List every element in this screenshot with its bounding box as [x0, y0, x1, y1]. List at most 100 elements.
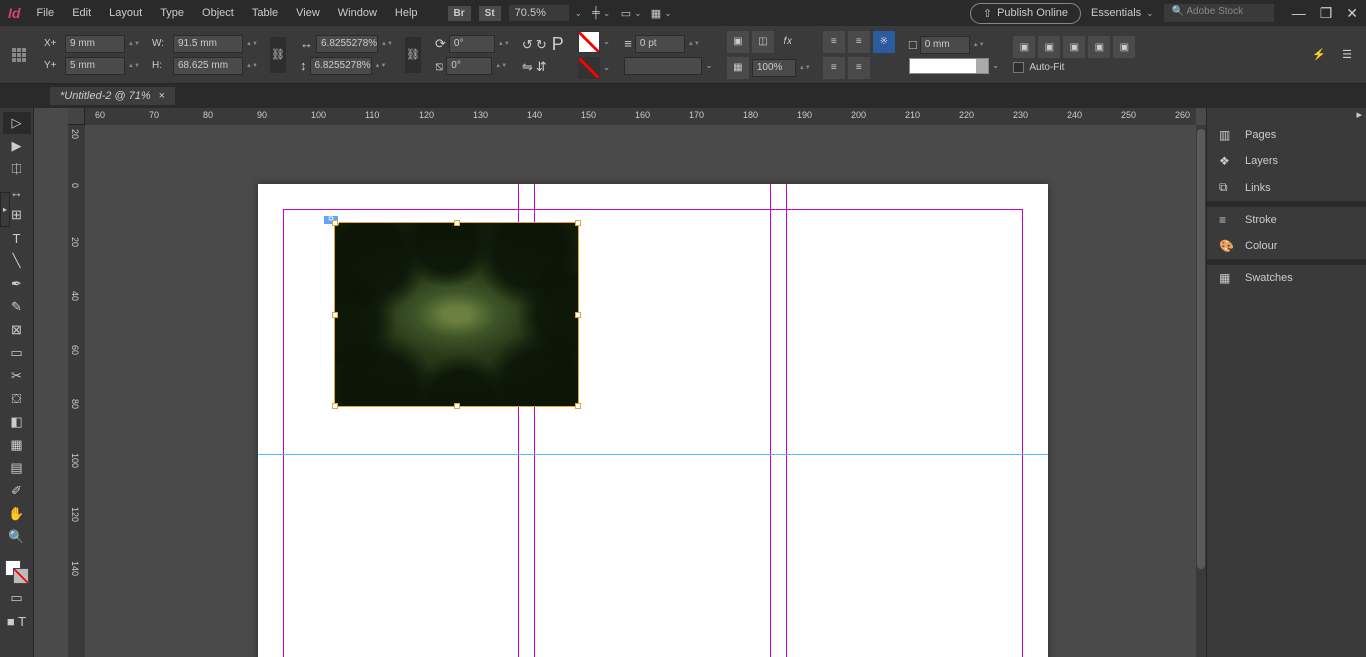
stroke-style-dropdown[interactable]: [624, 57, 702, 75]
panel-links[interactable]: ⧉Links: [1207, 174, 1366, 201]
pen-tool[interactable]: ✒: [3, 273, 31, 295]
fit-content-icon[interactable]: ▣: [1013, 36, 1035, 58]
rectangle-tool[interactable]: ▭: [3, 342, 31, 364]
x-input[interactable]: 9 mm: [65, 35, 125, 53]
type-tool[interactable]: T: [3, 227, 31, 249]
panel-stroke[interactable]: ≡Stroke: [1207, 207, 1366, 233]
adobe-stock-search[interactable]: 🔍 Adobe Stock: [1164, 4, 1274, 22]
wrap-right-icon[interactable]: ≡: [848, 31, 870, 53]
vertical-ruler[interactable]: 20020406080100120140: [68, 125, 85, 657]
menu-object[interactable]: Object: [202, 7, 234, 19]
scale-percent-input[interactable]: 100%: [752, 59, 796, 77]
selection-tool[interactable]: ▷: [3, 112, 31, 134]
maximize-button[interactable]: ❐: [1320, 5, 1333, 22]
menu-file[interactable]: File: [36, 7, 54, 19]
wh-link-icon[interactable]: ⛓: [270, 37, 286, 73]
y-input[interactable]: 5 mm: [65, 57, 125, 75]
ruler-origin[interactable]: [68, 108, 85, 125]
top-menu-bar: Id File Edit Layout Type Object Table Vi…: [0, 0, 1366, 26]
wrap-around-icon[interactable]: ≡: [823, 57, 845, 79]
fill-prop-icon[interactable]: ▣: [1088, 36, 1110, 58]
rotate-input[interactable]: 0°: [449, 35, 495, 53]
wrap-left-icon[interactable]: ≡: [823, 31, 845, 53]
scaley-input[interactable]: 6.8255278%: [310, 57, 372, 75]
doc-tab-active[interactable]: *Untitled-2 @ 71% ×: [50, 87, 175, 105]
toolbox-grip[interactable]: ▸: [0, 192, 10, 227]
fit-frame-icon[interactable]: ▣: [1038, 36, 1060, 58]
format-container-icon[interactable]: ▭: [3, 587, 31, 609]
fill-swatch[interactable]: ⌄: [578, 31, 611, 53]
shear-input[interactable]: 0°: [446, 57, 492, 75]
canvas[interactable]: 6070809010011012013014015016017018019020…: [34, 108, 1206, 657]
horizontal-ruler[interactable]: 6070809010011012013014015016017018019020…: [85, 108, 1196, 125]
select-container-icon[interactable]: ▣: [727, 31, 749, 53]
menu-type[interactable]: Type: [160, 7, 184, 19]
select-content-icon[interactable]: ◫: [752, 31, 774, 53]
scissors-tool[interactable]: ✂: [3, 365, 31, 387]
stock-button[interactable]: St: [479, 6, 501, 21]
menu-table[interactable]: Table: [252, 7, 278, 19]
apply-color-icon[interactable]: ■ T: [3, 610, 31, 632]
gap-input[interactable]: 0 mm: [920, 36, 970, 54]
flip-h-icon[interactable]: ⇋: [522, 59, 533, 75]
wrap-both-icon[interactable]: ※: [873, 31, 895, 53]
gradient-feather-tool[interactable]: ▦: [3, 434, 31, 456]
panel-swatches[interactable]: ▦Swatches: [1207, 265, 1366, 291]
toolbox: ▷ ▶ ⎅ ↔ ⊞ T ╲ ✒ ✎ ⊠ ▭ ✂ ⛋ ◧ ▦ ▤ ✐ ✋ 🔍 ▭ …: [0, 108, 34, 657]
fill-stroke-swap[interactable]: [3, 558, 31, 586]
panel-collapse-icon[interactable]: ▸: [1356, 108, 1362, 122]
minimize-button[interactable]: —: [1292, 5, 1306, 21]
close-tab-icon[interactable]: ×: [159, 90, 165, 102]
panel-menu-icon[interactable]: ☰: [1336, 44, 1358, 66]
ref-point-grid[interactable]: [8, 44, 30, 66]
scalex-input[interactable]: 6.8255278%: [316, 35, 378, 53]
fit-prop-icon[interactable]: ▣: [1063, 36, 1085, 58]
workspace-switcher[interactable]: Essentials⌄: [1091, 7, 1154, 19]
panel-layers[interactable]: ❖Layers: [1207, 148, 1366, 174]
menu-help[interactable]: Help: [395, 7, 418, 19]
rotate-cw-icon[interactable]: ↻: [536, 37, 547, 53]
direct-selection-tool[interactable]: ▶: [3, 135, 31, 157]
autofit-checkbox[interactable]: [1013, 62, 1024, 73]
screen-mode-icon[interactable]: ▭⌄: [620, 1, 642, 25]
menu-window[interactable]: Window: [338, 7, 377, 19]
quick-apply-icon[interactable]: ⚡: [1308, 44, 1330, 66]
panel-pages[interactable]: ▥Pages: [1207, 122, 1366, 148]
arrange-icon[interactable]: ▦⌄: [650, 1, 672, 25]
w-input[interactable]: 91.5 mm: [173, 35, 243, 53]
flip-v-icon[interactable]: ⇵: [536, 59, 547, 75]
zoom-dropdown[interactable]: 70.5%⌄: [509, 5, 583, 21]
gutter-guide-1: [786, 184, 787, 657]
vertical-scrollbar[interactable]: [1196, 125, 1206, 657]
h-input[interactable]: 68.625 mm: [173, 57, 243, 75]
rotate-ccw-icon[interactable]: ↺: [522, 37, 533, 53]
upload-icon: ⇧: [983, 7, 992, 20]
fill-color-slot[interactable]: [909, 58, 989, 74]
line-tool[interactable]: ╲: [3, 250, 31, 272]
panel-dock: ▸ ▥Pages ❖Layers ⧉Links ≡Stroke 🎨Colour …: [1206, 108, 1366, 657]
hand-tool[interactable]: ✋: [3, 503, 31, 525]
publish-online-button[interactable]: ⇧ Publish Online: [970, 3, 1081, 24]
page-tool[interactable]: ⎅: [3, 158, 31, 180]
menu-layout[interactable]: Layout: [109, 7, 142, 19]
pencil-tool[interactable]: ✎: [3, 296, 31, 318]
scale-link-icon[interactable]: ⛓: [405, 37, 421, 73]
wrap-jump-icon[interactable]: ≡: [848, 57, 870, 79]
panel-colour[interactable]: 🎨Colour: [1207, 233, 1366, 259]
stroke-weight-input[interactable]: 0 pt: [635, 35, 685, 53]
fx-icon[interactable]: 𝑓𝑥: [777, 31, 799, 53]
note-tool[interactable]: ▤: [3, 457, 31, 479]
free-transform-tool[interactable]: ⛋: [3, 388, 31, 410]
close-button[interactable]: ✕: [1346, 5, 1358, 22]
menu-edit[interactable]: Edit: [72, 7, 91, 19]
selected-image-frame[interactable]: ⧉: [334, 222, 579, 407]
stroke-swatch[interactable]: ⌄: [578, 57, 611, 79]
view-options-icon[interactable]: ╪⌄: [590, 1, 612, 25]
menu-view[interactable]: View: [296, 7, 320, 19]
center-content-icon[interactable]: ▣: [1113, 36, 1135, 58]
rect-frame-tool[interactable]: ⊠: [3, 319, 31, 341]
gradient-swatch-tool[interactable]: ◧: [3, 411, 31, 433]
bridge-button[interactable]: Br: [448, 6, 471, 21]
zoom-tool[interactable]: 🔍: [3, 526, 31, 548]
eyedropper-tool[interactable]: ✐: [3, 480, 31, 502]
